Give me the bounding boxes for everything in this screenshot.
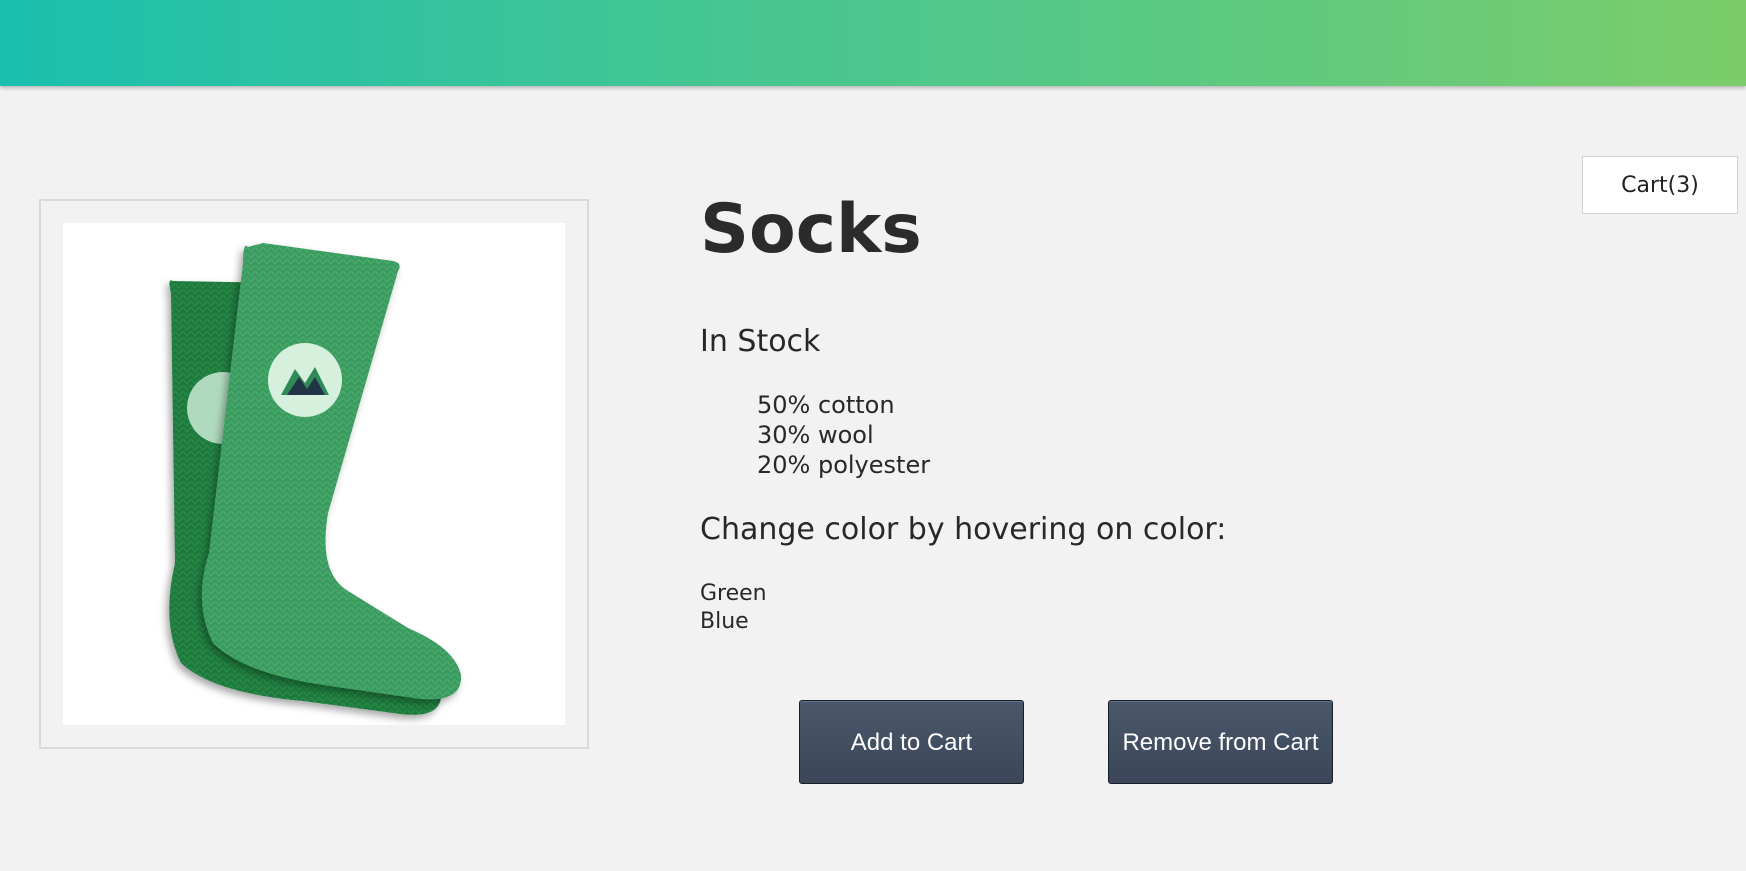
- add-to-cart-button[interactable]: Add to Cart: [799, 700, 1024, 784]
- nav-bar: [0, 0, 1746, 86]
- product-details-list: 50% cotton 30% wool 20% polyester: [757, 390, 930, 480]
- detail-item: 50% cotton: [757, 391, 895, 419]
- cart-indicator[interactable]: Cart(3): [1582, 156, 1738, 214]
- product-title: Socks: [700, 190, 922, 269]
- stock-status: In Stock: [700, 324, 821, 359]
- variant-blue[interactable]: Blue: [700, 608, 767, 636]
- cart-label: Cart(3): [1621, 172, 1699, 198]
- detail-item: 30% wool: [757, 421, 874, 449]
- product-image: [63, 223, 565, 725]
- product-image-frame: [39, 199, 589, 749]
- color-instruction: Change color by hovering on color:: [700, 512, 1227, 547]
- color-variants: Green Blue: [700, 580, 767, 636]
- detail-item: 20% polyester: [757, 451, 931, 479]
- remove-from-cart-button[interactable]: Remove from Cart: [1108, 700, 1333, 784]
- variant-green[interactable]: Green: [700, 580, 767, 608]
